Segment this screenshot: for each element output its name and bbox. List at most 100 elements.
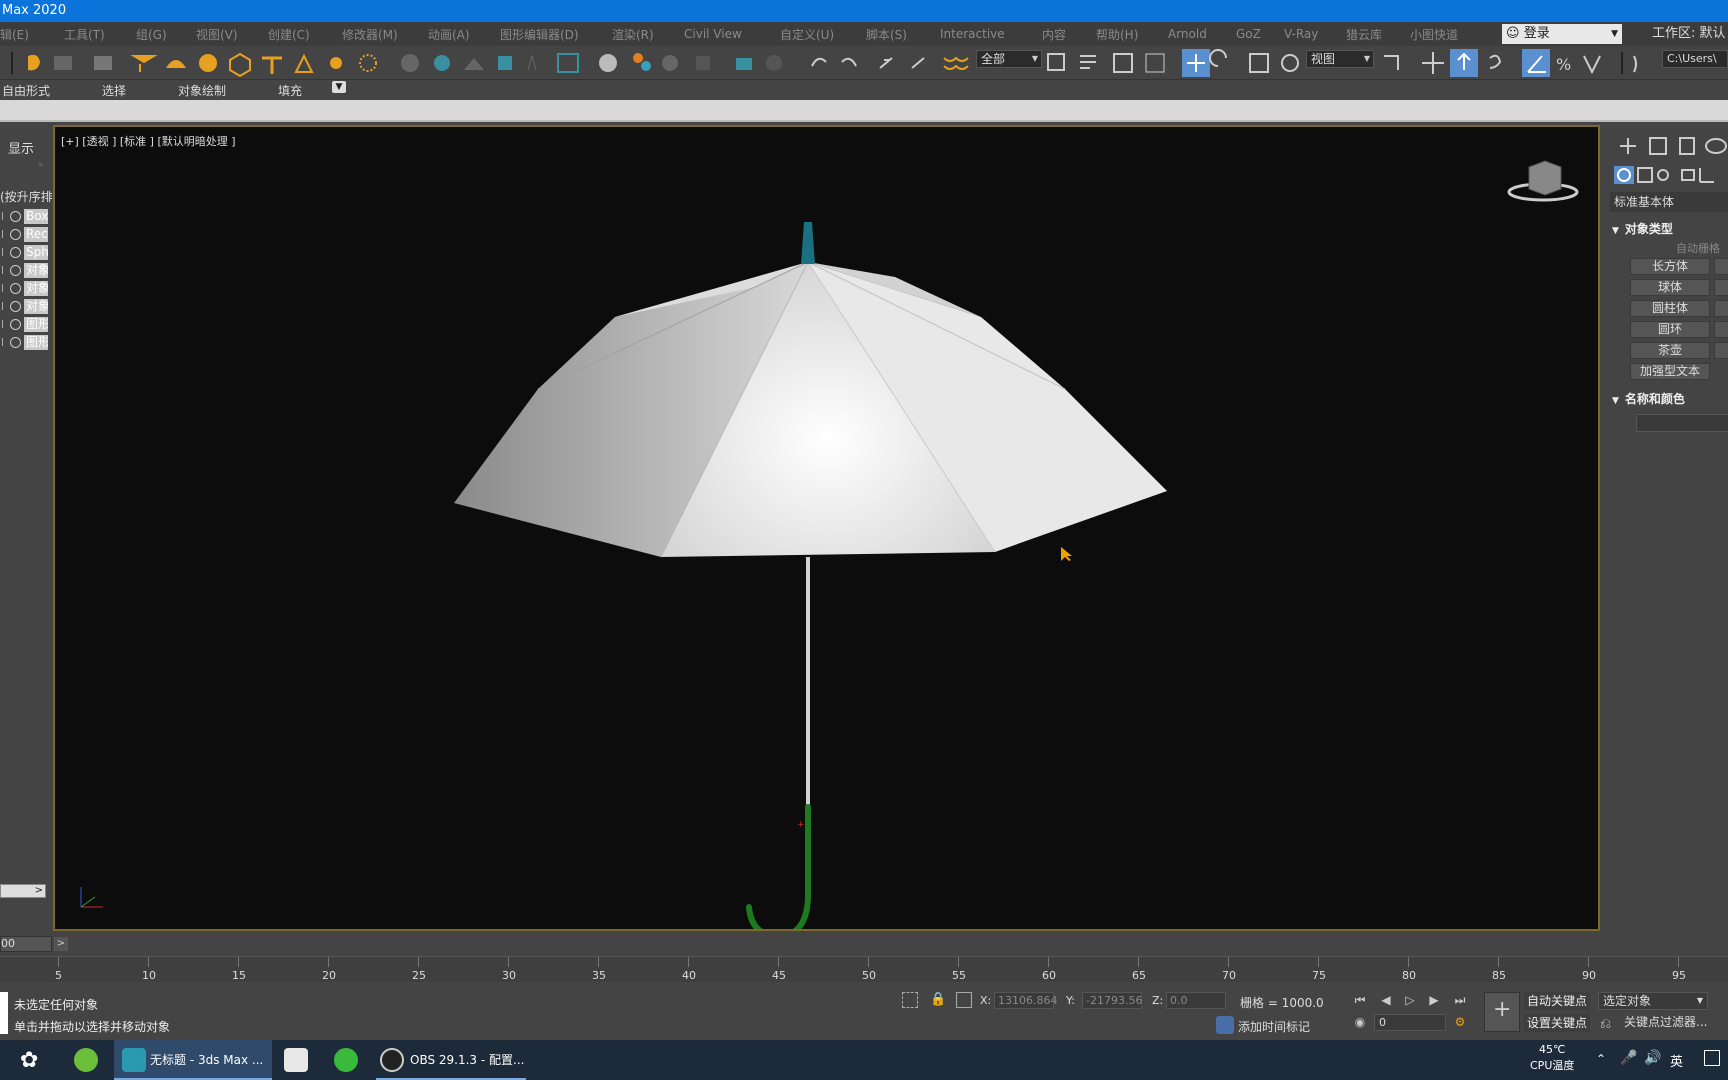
scene-item[interactable]: 对象	[0, 280, 48, 297]
freeze-icon[interactable]	[10, 211, 21, 222]
geosphere-button[interactable]	[1714, 279, 1728, 296]
visibility-icon[interactable]	[2, 266, 10, 274]
time-tag-icon[interactable]	[1216, 1016, 1234, 1034]
freeze-icon[interactable]	[10, 265, 21, 276]
scene-item[interactable]: 对象	[0, 262, 48, 279]
play-icon[interactable]: ▷	[1400, 992, 1420, 1008]
menu-scripting[interactable]: 脚本(S)	[866, 26, 907, 43]
menu-interactive[interactable]: Interactive	[940, 27, 1005, 41]
object-category-dropdown[interactable]: 标准基本体	[1610, 192, 1728, 212]
menu-modifiers[interactable]: 修改器(M)	[342, 26, 398, 43]
reference-coord-dropdown[interactable]: 视图 ▼	[1306, 50, 1374, 68]
wechat-icon[interactable]	[334, 1048, 358, 1072]
menu-arnold[interactable]: Arnold	[1168, 27, 1207, 41]
add-time-tag[interactable]: 添加时间标记	[1238, 1018, 1310, 1035]
menu-group[interactable]: 组(G)	[136, 26, 167, 43]
go-to-start-icon[interactable]: ⏮	[1350, 992, 1370, 1008]
menu-edit[interactable]: 辑(E)	[0, 26, 29, 43]
current-frame-field[interactable]: 0	[1374, 1014, 1446, 1031]
set-key-mode-button[interactable]: +	[1484, 992, 1520, 1032]
scene-item[interactable]: 图形	[0, 316, 48, 333]
chevron-right-icon[interactable]: >	[54, 937, 68, 951]
object-type-rollout[interactable]: ▼ 对象类型	[1612, 220, 1673, 237]
freeze-icon[interactable]	[10, 283, 21, 294]
menu-xiaotu[interactable]: 小图快道	[1410, 26, 1458, 43]
freeze-icon[interactable]	[10, 229, 21, 240]
scene-item[interactable]: Sph	[0, 244, 48, 261]
notification-icon[interactable]	[1704, 1050, 1720, 1066]
menu-view[interactable]: 视图(V)	[196, 26, 238, 43]
ribbon-tab-populate[interactable]: 填充	[278, 82, 302, 99]
menu-graph-editors[interactable]: 图形编辑器(D)	[500, 26, 579, 43]
y-coordinate-field[interactable]: -21793.56	[1082, 992, 1142, 1009]
trackbar[interactable]: 5 10 15 20 25 30 35 40 45 50 55 60 65 70…	[0, 956, 1728, 982]
perspective-viewport[interactable]: [+] [透视 ] [标准 ] [默认明暗处理 ] +	[53, 125, 1600, 931]
cpu-temperature[interactable]: 45℃ CPU温度	[1530, 1042, 1574, 1074]
go-to-end-icon[interactable]: ⏭	[1450, 992, 1470, 1008]
freeze-icon[interactable]	[10, 337, 21, 348]
visibility-icon[interactable]	[2, 230, 10, 238]
ribbon-tab-object-paint[interactable]: 对象绘制	[178, 82, 226, 99]
ribbon-tab-selection[interactable]: 选择	[102, 82, 126, 99]
set-key-button[interactable]: 设置关键点	[1524, 1014, 1591, 1032]
menu-content[interactable]: 内容	[1042, 26, 1066, 43]
menu-rendering[interactable]: 渲染(R)	[612, 26, 654, 43]
object-name-field[interactable]	[1636, 414, 1728, 432]
menu-customize[interactable]: 自定义(U)	[780, 26, 834, 43]
visibility-icon[interactable]	[2, 212, 10, 220]
auto-key-button[interactable]: 自动关键点	[1524, 992, 1591, 1010]
previous-frame-icon[interactable]: ◀	[1376, 992, 1396, 1008]
collapse-icon[interactable]: »	[38, 160, 43, 169]
ribbon-options-icon[interactable]: ▼	[332, 81, 346, 93]
scene-item[interactable]: 图形	[0, 334, 48, 351]
sphere-button[interactable]: 球体	[1630, 279, 1710, 296]
chevron-right-icon[interactable]: >	[35, 885, 43, 896]
torus-button[interactable]: 圆环	[1630, 321, 1710, 338]
key-target-dropdown[interactable]: 选定对象 ▼	[1598, 992, 1708, 1010]
menu-vray[interactable]: V-Ray	[1284, 27, 1318, 41]
lock-icon[interactable]: 🔒	[930, 992, 946, 1007]
volume-icon[interactable]: 🔊	[1644, 1050, 1661, 1066]
tube-button[interactable]	[1714, 300, 1728, 317]
start-logo-icon[interactable]: ✿	[20, 1048, 38, 1073]
isolate-selection-icon[interactable]	[902, 992, 918, 1008]
scene-explorer-display-label[interactable]: 显示	[8, 138, 34, 157]
pyramid-button[interactable]	[1714, 321, 1728, 338]
taskbar-obs[interactable]: OBS 29.1.3 - 配置...	[376, 1040, 526, 1080]
scene-explorer-sort-label[interactable]: (按升序排	[0, 188, 53, 205]
menu-help[interactable]: 帮助(H)	[1096, 26, 1138, 43]
z-coordinate-field[interactable]: 0.0	[1166, 992, 1226, 1009]
maxscript-listener[interactable]	[0, 992, 8, 1034]
menu-goz[interactable]: GoZ	[1236, 27, 1261, 41]
visibility-icon[interactable]	[2, 284, 10, 292]
tray-expand-icon[interactable]: ⌃	[1596, 1052, 1606, 1066]
menu-tools[interactable]: 工具(T)	[64, 26, 105, 43]
project-path-field[interactable]: C:\Users\	[1662, 50, 1728, 68]
cone-button[interactable]	[1714, 258, 1728, 275]
box-button[interactable]: 长方体	[1630, 258, 1710, 275]
workspace-selector[interactable]: 工作区: 默认	[1652, 24, 1726, 44]
input-language[interactable]: 英	[1670, 1051, 1683, 1070]
key-filters-button[interactable]: 关键点过滤器...	[1620, 1014, 1708, 1032]
menu-civil-view[interactable]: Civil View	[684, 27, 742, 41]
visibility-icon[interactable]	[2, 320, 10, 328]
freeze-icon[interactable]	[10, 319, 21, 330]
name-color-rollout[interactable]: ▼ 名称和颜色	[1612, 390, 1685, 407]
ribbon-tab-freeform[interactable]: 自由形式	[2, 82, 50, 99]
freeze-icon[interactable]	[10, 301, 21, 312]
textplus-button[interactable]: 加强型文本	[1630, 363, 1710, 380]
key-filter-icon[interactable]: ⎌	[1600, 1016, 1611, 1032]
menu-lieyunku[interactable]: 猎云库	[1346, 26, 1382, 43]
time-slider-frame[interactable]: 00	[0, 936, 52, 952]
autogrid-checkbox[interactable]: 自动栅格	[1676, 240, 1720, 256]
next-frame-icon[interactable]: ▶	[1424, 992, 1444, 1008]
visibility-icon[interactable]	[2, 302, 10, 310]
cylinder-button[interactable]: 圆柱体	[1630, 300, 1710, 317]
visibility-icon[interactable]	[2, 248, 10, 256]
browser-icon[interactable]	[74, 1048, 98, 1072]
scene-item[interactable]: 对象	[0, 298, 48, 315]
time-slider[interactable]	[0, 936, 1728, 954]
teapot-button[interactable]: 茶壶	[1630, 342, 1710, 359]
taskbar-3dsmax[interactable]: 无标题 - 3ds Max ...	[114, 1040, 272, 1080]
menu-create[interactable]: 创建(C)	[268, 26, 310, 43]
